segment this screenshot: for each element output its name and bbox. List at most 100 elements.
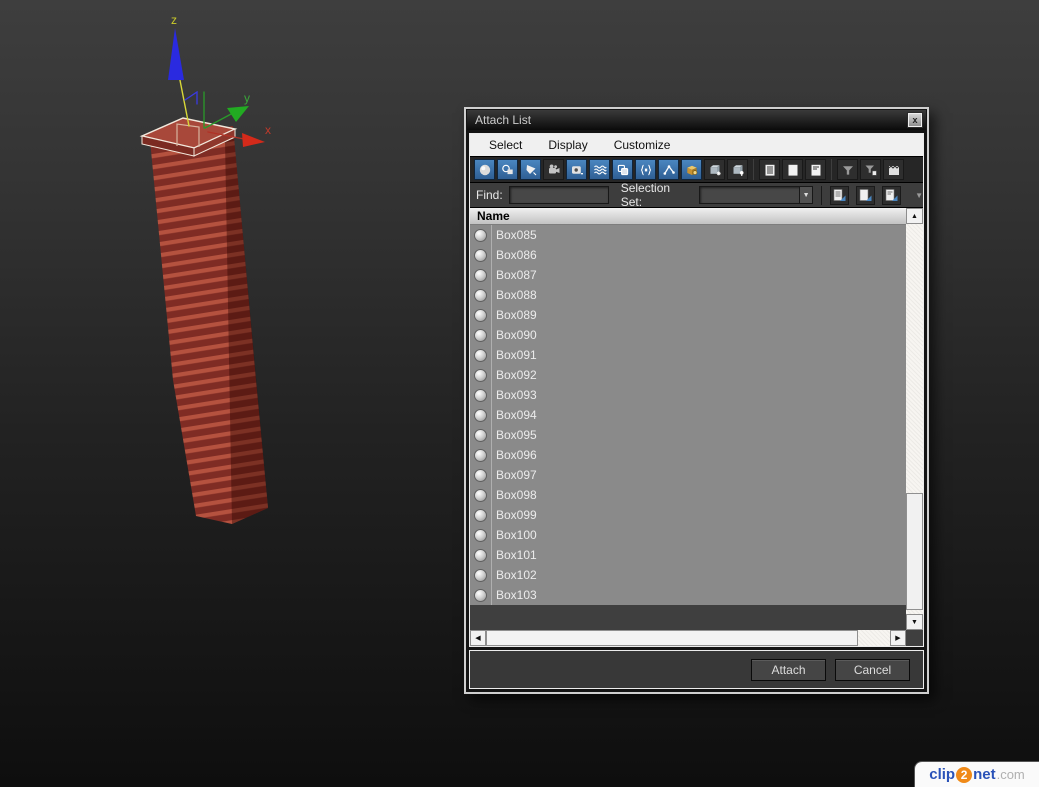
list-item[interactable]: Box096	[470, 445, 906, 465]
list-item-label: Box087	[491, 265, 906, 285]
horizontal-scroll-track[interactable]	[486, 630, 890, 646]
display-bones-button[interactable]	[658, 159, 679, 180]
horizontal-scrollbar[interactable]: ◀ ▶	[470, 630, 906, 646]
scroll-right-icon[interactable]: ▶	[890, 630, 906, 646]
menu-item[interactable]: Select	[476, 138, 535, 152]
document-partial-icon	[811, 164, 820, 176]
menu-bar: Select Display Customize	[470, 134, 923, 156]
scroll-left-icon[interactable]: ◀	[470, 630, 486, 646]
filter-button[interactable]	[837, 159, 858, 180]
display-containers-button[interactable]	[681, 159, 702, 180]
list-item[interactable]: Box089	[470, 305, 906, 325]
document-lines-icon	[765, 164, 774, 176]
list-item[interactable]: Box086	[470, 245, 906, 265]
cancel-button[interactable]: Cancel	[835, 658, 910, 681]
list-item[interactable]: Box094	[470, 405, 906, 425]
horizontal-scroll-thumb[interactable]	[486, 630, 858, 646]
geometry-sphere-icon	[474, 548, 487, 562]
combo-dropdown-icon[interactable]: ▼	[799, 187, 813, 203]
selection-set-combo[interactable]: ▼	[698, 186, 814, 204]
name-column-header[interactable]: Name	[470, 208, 906, 225]
geometry-sphere-icon	[479, 164, 490, 175]
list-item[interactable]: Box100	[470, 525, 906, 545]
geometry-sphere-icon	[474, 288, 487, 302]
display-lights-button[interactable]	[520, 159, 541, 180]
list-item[interactable]: Box099	[470, 505, 906, 525]
list-item-label: Box092	[491, 365, 906, 385]
advanced-filter-button[interactable]	[883, 159, 904, 180]
blank-page-arrow-icon	[859, 188, 872, 201]
tape-measure-icon	[571, 165, 583, 174]
list-item[interactable]: Box098	[470, 485, 906, 505]
menu-item[interactable]: Customize	[601, 138, 684, 152]
list-rows: Box085 Box086 Box087 Box088 Box089 Box09…	[470, 225, 906, 605]
list-item[interactable]: Box088	[470, 285, 906, 305]
list-item-label: Box091	[491, 345, 906, 365]
display-xrefs-button[interactable]	[635, 159, 656, 180]
geometry-sphere-icon	[474, 448, 487, 462]
geometry-sphere-icon	[474, 388, 487, 402]
box-tower[interactable]	[139, 117, 268, 524]
vertical-scroll-thumb[interactable]	[906, 493, 923, 611]
menu-item[interactable]: Display	[535, 138, 600, 152]
list-item-label: Box100	[491, 525, 906, 545]
duplicate-selection-set-button[interactable]	[882, 185, 902, 205]
display-shapes-button[interactable]	[497, 159, 518, 180]
list-item[interactable]: Box101	[470, 545, 906, 565]
list-item[interactable]: Box087	[470, 265, 906, 285]
list-item-label: Box093	[491, 385, 906, 405]
waves-icon	[593, 165, 607, 174]
display-frozen-button[interactable]	[704, 159, 725, 180]
horizontal-scrollbar-row: ◀ ▶	[470, 630, 923, 646]
more-options-icon[interactable]: ▼	[915, 191, 923, 200]
list-item[interactable]: Box085	[470, 225, 906, 245]
display-groups-button[interactable]	[612, 159, 633, 180]
display-cameras-button[interactable]	[543, 159, 564, 180]
detail-view-button[interactable]	[805, 159, 826, 180]
display-helpers-button[interactable]	[566, 159, 587, 180]
container-box-icon	[686, 165, 697, 175]
filter-combinations-button[interactable]	[860, 159, 881, 180]
list-item[interactable]: Box093	[470, 385, 906, 405]
selection-set-buttons	[821, 185, 902, 205]
vertical-scroll-track[interactable]	[906, 224, 923, 614]
axis-y-label: y	[244, 91, 250, 105]
scroll-down-icon[interactable]: ▼	[906, 614, 923, 630]
display-space-warps-button[interactable]	[589, 159, 610, 180]
geometry-sphere-icon	[474, 568, 487, 582]
xref-braces-icon	[640, 164, 651, 175]
blank-view-button[interactable]	[782, 159, 803, 180]
list-item[interactable]: Box097	[470, 465, 906, 485]
geometry-sphere-icon	[474, 248, 487, 262]
attach-button[interactable]: Attach	[751, 658, 826, 681]
list-item[interactable]: Box091	[470, 345, 906, 365]
list-item-label: Box097	[491, 465, 906, 485]
list-item[interactable]: Box102	[470, 565, 906, 585]
list-item-label: Box090	[491, 325, 906, 345]
scroll-up-icon[interactable]: ▲	[906, 208, 923, 224]
close-button[interactable]: x	[907, 112, 923, 128]
display-hidden-button[interactable]	[727, 159, 748, 180]
display-toolbar	[470, 156, 923, 183]
clip2net-watermark: clip 2 net .com	[914, 761, 1039, 787]
display-geometry-button[interactable]	[474, 159, 495, 180]
axis-x-label: x	[265, 123, 271, 137]
list-view-button[interactable]	[759, 159, 780, 180]
create-selection-set-button[interactable]	[856, 185, 876, 205]
list-item[interactable]: Box095	[470, 425, 906, 445]
z-axis-arrow	[168, 28, 184, 80]
find-input[interactable]	[508, 186, 609, 204]
list-item[interactable]: Box103	[470, 585, 906, 605]
x-axis-arrow	[242, 133, 265, 147]
list-item-label: Box096	[491, 445, 906, 465]
dialog-title: Attach List	[475, 113, 532, 127]
list-item[interactable]: Box090	[470, 325, 906, 345]
shapes-icon	[501, 164, 513, 174]
light-icon	[526, 164, 536, 175]
list-item-label: Box094	[491, 405, 906, 425]
save-selection-set-button[interactable]	[830, 185, 850, 205]
find-bar: Find: Selection Set: ▼ ▼	[470, 181, 923, 209]
dialog-titlebar[interactable]: Attach List x	[467, 110, 926, 130]
list-item[interactable]: Box092	[470, 365, 906, 385]
vertical-scrollbar[interactable]: ▲ ▼	[906, 208, 923, 630]
